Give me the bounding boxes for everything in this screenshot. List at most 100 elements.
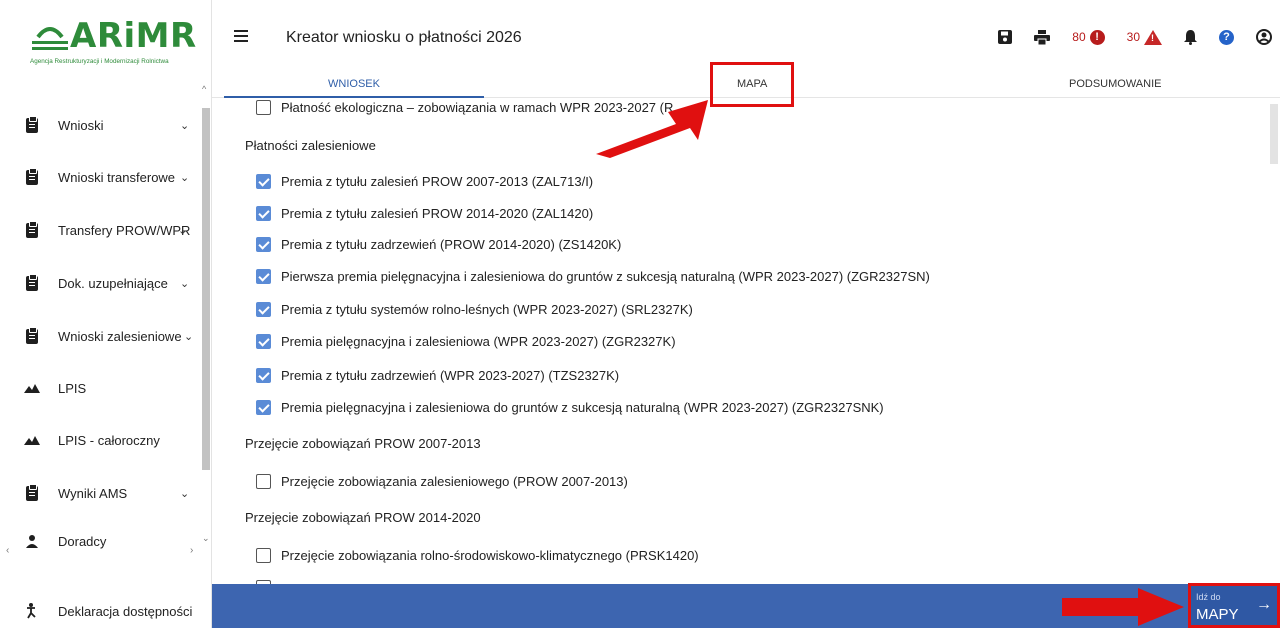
sidebar-item-wnioski[interactable]: Wnioski ⌄: [0, 110, 200, 140]
sidebar-item-wnioski-zalesieniowe[interactable]: Wnioski zalesieniowe ⌄: [0, 321, 200, 351]
help-icon: ?: [1219, 29, 1234, 45]
chevron-down-icon: ⌄: [184, 330, 194, 343]
sidebar-item-label: Wnioski: [58, 117, 104, 133]
logo-subtitle: Agencja Restrukturyzacji i Modernizacji …: [30, 58, 169, 65]
checkbox-row[interactable]: Premia z tytułu zadrzewień (WPR 2023-202…: [256, 364, 619, 386]
tab-wniosek[interactable]: WNIOSEK: [328, 78, 380, 90]
menu-icon[interactable]: [234, 30, 248, 42]
sidebar-item-wyniki-ams[interactable]: Wyniki AMS ⌄: [0, 478, 200, 508]
save-icon: [998, 30, 1013, 44]
sidebar-item-wnioski-transferowe[interactable]: Wnioski transferowe ⌄: [0, 162, 200, 192]
checkbox-label: Przejęcie zobowiązania zalesieniowego (P…: [281, 473, 628, 489]
chevron-down-icon: ⌄: [178, 224, 188, 237]
clipboard-icon: [24, 167, 40, 185]
bell-icon: [1184, 29, 1197, 45]
checkbox-label: Premia z tytułu zadrzewień (WPR 2023-202…: [281, 367, 620, 383]
scroll-right-icon[interactable]: ›: [190, 545, 193, 556]
warning-icon: !: [1144, 29, 1162, 45]
checkbox[interactable]: [256, 236, 271, 252]
sidebar: ARiMR Agencja Restrukturyzacji i Moderni…: [0, 0, 212, 628]
checkbox[interactable]: [256, 173, 271, 189]
sidebar-scroll-up-icon[interactable]: ^: [202, 84, 206, 94]
sidebar-item-label: LPIS: [58, 380, 87, 396]
section-title: Przejęcie zobowiązań PROW 2007-2013: [245, 436, 481, 451]
notifications-button[interactable]: [1184, 29, 1197, 45]
checkbox[interactable]: [256, 268, 271, 284]
checkbox-row[interactable]: Płatność ekologiczna – zobowiązania w ra…: [256, 98, 673, 118]
checkbox-row[interactable]: Przejęcie zobowiązania rolno-środowiskow…: [256, 544, 699, 566]
errors-count: 80: [1072, 30, 1086, 44]
checkbox-label: Premia pielęgnacyjna i zalesieniowa do g…: [281, 399, 884, 415]
sidebar-item-deklaracja-dostepnosci[interactable]: Deklaracja dostępności: [0, 596, 200, 626]
chevron-down-icon: ⌄: [180, 171, 190, 184]
checkbox-label: Pierwsza premia pielęgnacyjna i zalesien…: [281, 268, 930, 284]
chevron-down-icon: ⌄: [180, 487, 190, 500]
checkbox-label: Premia pielęgnacyjna i zalesieniowa (WPR…: [281, 333, 676, 349]
sidebar-item-label: Dok. uzupełniające: [58, 275, 168, 291]
checkbox-label: Płatność ekologiczna – zobowiązania w ra…: [281, 99, 674, 115]
checkbox[interactable]: [256, 473, 271, 489]
checkbox-row[interactable]: Przejęcie zobowiązania zalesieniowego (P…: [256, 470, 628, 492]
chevron-down-icon: ⌄: [180, 119, 190, 132]
warnings-indicator[interactable]: 30 !: [1126, 29, 1162, 45]
checkbox-row[interactable]: Premia z tytułu zadrzewień (PROW 2014-20…: [256, 233, 621, 255]
form-content: Płatność ekologiczna – zobowiązania w ra…: [228, 98, 1254, 584]
mountain-icon: [24, 432, 40, 448]
print-button[interactable]: [1034, 29, 1051, 45]
sidebar-item-lpis-caloroczny[interactable]: LPIS - całoroczny: [0, 425, 200, 455]
section-title: Płatności zalesieniowe: [245, 138, 376, 153]
clipboard-icon: [24, 483, 40, 501]
accessibility-icon: [24, 603, 40, 619]
checkbox-row[interactable]: Pierwsza premia pielęgnacyjna i zalesien…: [256, 265, 930, 287]
logo-mark-icon: [30, 19, 70, 53]
sidebar-scroll-down-icon[interactable]: ⌄: [202, 533, 210, 544]
checkbox[interactable]: [256, 399, 271, 415]
sidebar-item-lpis[interactable]: LPIS: [0, 373, 200, 403]
chevron-down-icon: ⌄: [180, 277, 190, 290]
account-button[interactable]: [1256, 29, 1272, 45]
checkbox-row[interactable]: Premia z tytułu systemów rolno-leśnych (…: [256, 298, 693, 320]
checkbox-label: Premia z tytułu systemów rolno-leśnych (…: [281, 301, 693, 317]
checkbox-row[interactable]: [256, 576, 281, 584]
checkbox-row[interactable]: Premia z tytułu zalesień PROW 2014-2020 …: [256, 202, 593, 224]
clipboard-icon: [24, 326, 40, 344]
clipboard-icon: [24, 220, 40, 238]
bottom-action-bar: Idź do MAPY →: [212, 584, 1280, 628]
clipboard-icon: [24, 115, 40, 133]
logo-text: ARiMR: [70, 16, 197, 56]
scroll-left-icon[interactable]: ‹: [6, 545, 9, 556]
checkbox[interactable]: [256, 301, 271, 317]
error-icon: !: [1089, 29, 1105, 45]
sidebar-scrollbar-thumb[interactable]: [202, 108, 210, 470]
sidebar-item-label: Deklaracja dostępności: [58, 603, 193, 619]
tab-podsumowanie[interactable]: PODSUMOWANIE: [1069, 78, 1162, 90]
print-icon: [1034, 29, 1051, 45]
checkbox[interactable]: [256, 205, 271, 221]
arimr-logo[interactable]: ARiMR Agencja Restrukturyzacji i Moderni…: [30, 16, 200, 78]
errors-indicator[interactable]: 80 !: [1072, 29, 1105, 45]
sidebar-item-label: Wnioski transferowe: [58, 169, 176, 185]
page-title: Kreator wniosku o płatności 2026: [286, 29, 522, 46]
checkbox[interactable]: [256, 547, 271, 563]
sidebar-item-transfery[interactable]: Transfery PROW/WPR ⌄: [0, 215, 200, 245]
sidebar-item-label: LPIS - całoroczny: [58, 432, 160, 448]
save-button[interactable]: [998, 30, 1013, 44]
checkbox[interactable]: [256, 333, 271, 349]
checkbox-label: Premia z tytułu zalesień PROW 2014-2020 …: [281, 205, 594, 221]
user-icon: [1256, 29, 1272, 45]
sidebar-item-label: Transfery PROW/WPR: [58, 222, 191, 238]
checkbox-label: Premia z tytułu zalesień PROW 2007-2013 …: [281, 173, 594, 189]
sidebar-item-dok-uzupelniajace[interactable]: Dok. uzupełniające ⌄: [0, 268, 200, 298]
checkbox-label: Premia z tytułu zadrzewień (PROW 2014-20…: [281, 236, 622, 252]
mountain-icon: [24, 380, 40, 396]
checkbox-row[interactable]: Premia z tytułu zalesień PROW 2007-2013 …: [256, 170, 593, 192]
checkbox[interactable]: [256, 367, 271, 383]
checkbox-row[interactable]: Premia pielęgnacyjna i zalesieniowa (WPR…: [256, 330, 676, 352]
warnings-count: 30: [1126, 30, 1140, 44]
main-scrollbar-thumb[interactable]: [1270, 104, 1278, 164]
checkbox-label: Przejęcie zobowiązania rolno-środowiskow…: [281, 547, 699, 563]
help-button[interactable]: ?: [1219, 29, 1234, 45]
checkbox[interactable]: [256, 99, 271, 115]
sidebar-horizontal-scrollbar[interactable]: ‹ ›: [4, 545, 200, 558]
checkbox-row[interactable]: Premia pielęgnacyjna i zalesieniowa do g…: [256, 396, 884, 418]
